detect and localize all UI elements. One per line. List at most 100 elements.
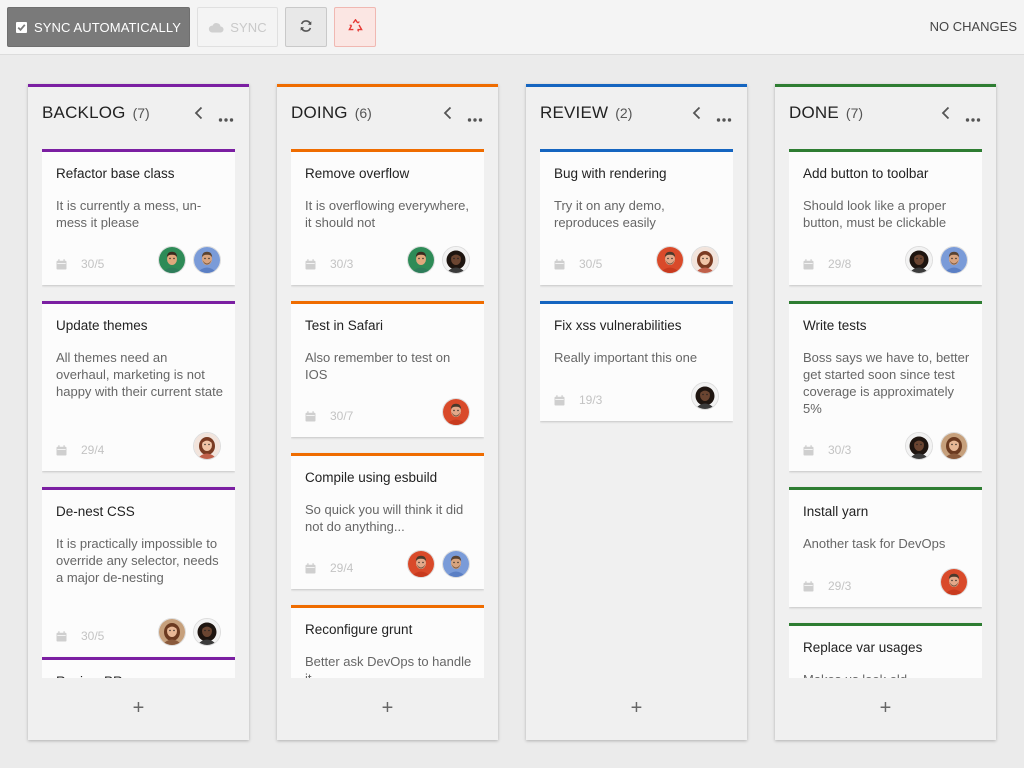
card-description: Boss says we have to, better get started…	[803, 350, 970, 416]
assignee-avatars	[684, 382, 719, 410]
calendar-icon	[554, 258, 572, 270]
due-date-text: 30/3	[330, 257, 354, 271]
column-count: (7)	[132, 105, 150, 121]
more-options-icon[interactable]	[716, 110, 732, 122]
calendar-icon	[56, 258, 74, 270]
calendar-icon	[56, 630, 74, 642]
avatar[interactable]	[905, 432, 933, 460]
card-due-date: 30/7	[305, 409, 353, 423]
card-title: Install yarn	[803, 504, 869, 519]
column-header: REVIEW (2)	[540, 101, 733, 125]
card-title: Review PR	[56, 674, 123, 678]
card-due-date: 29/4	[56, 443, 104, 457]
avatar[interactable]	[691, 246, 719, 274]
task-card[interactable]: Add button to toolbar Should look like a …	[789, 149, 982, 285]
avatar[interactable]	[691, 382, 719, 410]
task-card[interactable]: Replace var usages Makes us look old	[789, 623, 982, 678]
task-card[interactable]: Review PR	[42, 657, 235, 678]
card-title: Reconfigure grunt	[305, 622, 413, 637]
task-card[interactable]: Test in Safari Also remember to test on I…	[291, 301, 484, 437]
card-due-date: 30/5	[554, 257, 602, 271]
avatar[interactable]	[407, 550, 435, 578]
chevron-left-icon[interactable]	[690, 106, 704, 120]
card-description: Makes us look old	[803, 671, 970, 678]
recycle-icon	[347, 18, 363, 36]
card-list: Bug with rendering Try it on any demo, re…	[540, 149, 733, 678]
sync-label: SYNC	[230, 19, 267, 35]
add-card-button[interactable]: +	[277, 696, 498, 720]
due-date-text: 29/4	[81, 443, 105, 457]
avatar[interactable]	[158, 618, 186, 646]
card-due-date: 30/5	[56, 257, 104, 271]
task-card[interactable]: Bug with rendering Try it on any demo, re…	[540, 149, 733, 285]
due-date-text: 29/8	[828, 257, 852, 271]
checkbox-checked-icon	[15, 21, 27, 33]
avatar[interactable]	[442, 398, 470, 426]
sync-automatically-button[interactable]: SYNC AUTOMATICALLY	[7, 7, 190, 47]
column-review: REVIEW (2) Bug with rendering Try it on any…	[526, 84, 747, 740]
add-card-button[interactable]: +	[28, 696, 249, 720]
avatar[interactable]	[656, 246, 684, 274]
card-description: Try it on any demo, reproduces easily	[554, 198, 665, 230]
chevron-left-icon[interactable]	[192, 106, 206, 120]
assignee-avatars	[898, 246, 968, 274]
due-date-text: 29/4	[330, 561, 354, 575]
refresh-button[interactable]	[285, 7, 327, 47]
card-due-date: 29/4	[305, 561, 353, 575]
column-title: DOING	[291, 103, 348, 122]
card-title: Refactor base class	[56, 166, 175, 181]
avatar[interactable]	[940, 432, 968, 460]
avatar[interactable]	[193, 432, 221, 460]
avatar[interactable]	[407, 246, 435, 274]
due-date-text: 30/5	[81, 257, 105, 271]
due-date-text: 30/7	[330, 409, 354, 423]
task-card[interactable]: Update themes All themes need an overhaul…	[42, 301, 235, 471]
card-list: Remove overflow It is overflowing everywh…	[291, 149, 484, 678]
task-card[interactable]: Refactor base class It is currently a mes…	[42, 149, 235, 285]
task-card[interactable]: De-nest CSS It is practically impossible …	[42, 487, 235, 657]
task-card[interactable]: Compile using esbuild So quick you will t…	[291, 453, 484, 589]
card-title: Add button to toolbar	[803, 166, 929, 181]
task-card[interactable]: Remove overflow It is overflowing everywh…	[291, 149, 484, 285]
avatar[interactable]	[442, 550, 470, 578]
task-card[interactable]: Install yarn Another task for DevOps 29/3	[789, 487, 982, 607]
calendar-icon	[803, 258, 821, 270]
add-card-button[interactable]: +	[526, 696, 747, 720]
avatar[interactable]	[193, 618, 221, 646]
card-description: It is currently a mess, un-mess it pleas…	[56, 198, 202, 230]
more-options-icon[interactable]	[218, 110, 234, 122]
card-description: It is practically impossible to override…	[56, 536, 219, 585]
card-due-date: 29/8	[803, 257, 851, 271]
avatar[interactable]	[940, 246, 968, 274]
avatar[interactable]	[905, 246, 933, 274]
more-options-icon[interactable]	[965, 110, 981, 122]
avatar[interactable]	[158, 246, 186, 274]
avatar[interactable]	[940, 568, 968, 596]
avatar[interactable]	[193, 246, 221, 274]
task-card[interactable]: Fix xss vulnerabilities Really important …	[540, 301, 733, 421]
due-date-text: 30/5	[579, 257, 603, 271]
chevron-left-icon[interactable]	[441, 106, 455, 120]
calendar-icon	[56, 444, 74, 456]
avatar[interactable]	[442, 246, 470, 274]
chevron-left-icon[interactable]	[939, 106, 953, 120]
task-card[interactable]: Reconfigure grunt Better ask DevOps to ha…	[291, 605, 484, 678]
more-options-icon[interactable]	[467, 110, 483, 122]
sync-button[interactable]: SYNC	[197, 7, 278, 47]
task-card[interactable]: Write tests Boss says we have to, better …	[789, 301, 982, 471]
card-title: Fix xss vulnerabilities	[554, 318, 682, 333]
card-description: Also remember to test on IOS	[305, 350, 451, 382]
assignee-avatars	[400, 550, 470, 578]
add-card-button[interactable]: +	[775, 696, 996, 720]
recycle-button[interactable]	[334, 7, 376, 47]
card-title: Bug with rendering	[554, 166, 667, 181]
column-header: BACKLOG (7)	[42, 101, 235, 125]
assignee-avatars	[151, 618, 221, 646]
column-backlog: BACKLOG (7) Refactor base class It is curre…	[28, 84, 249, 740]
assignee-avatars	[435, 398, 470, 426]
card-due-date: 30/3	[803, 443, 851, 457]
column-header: DONE (7)	[789, 101, 982, 125]
assignee-avatars	[933, 568, 968, 596]
card-title: Write tests	[803, 318, 867, 333]
card-title: Test in Safari	[305, 318, 384, 333]
